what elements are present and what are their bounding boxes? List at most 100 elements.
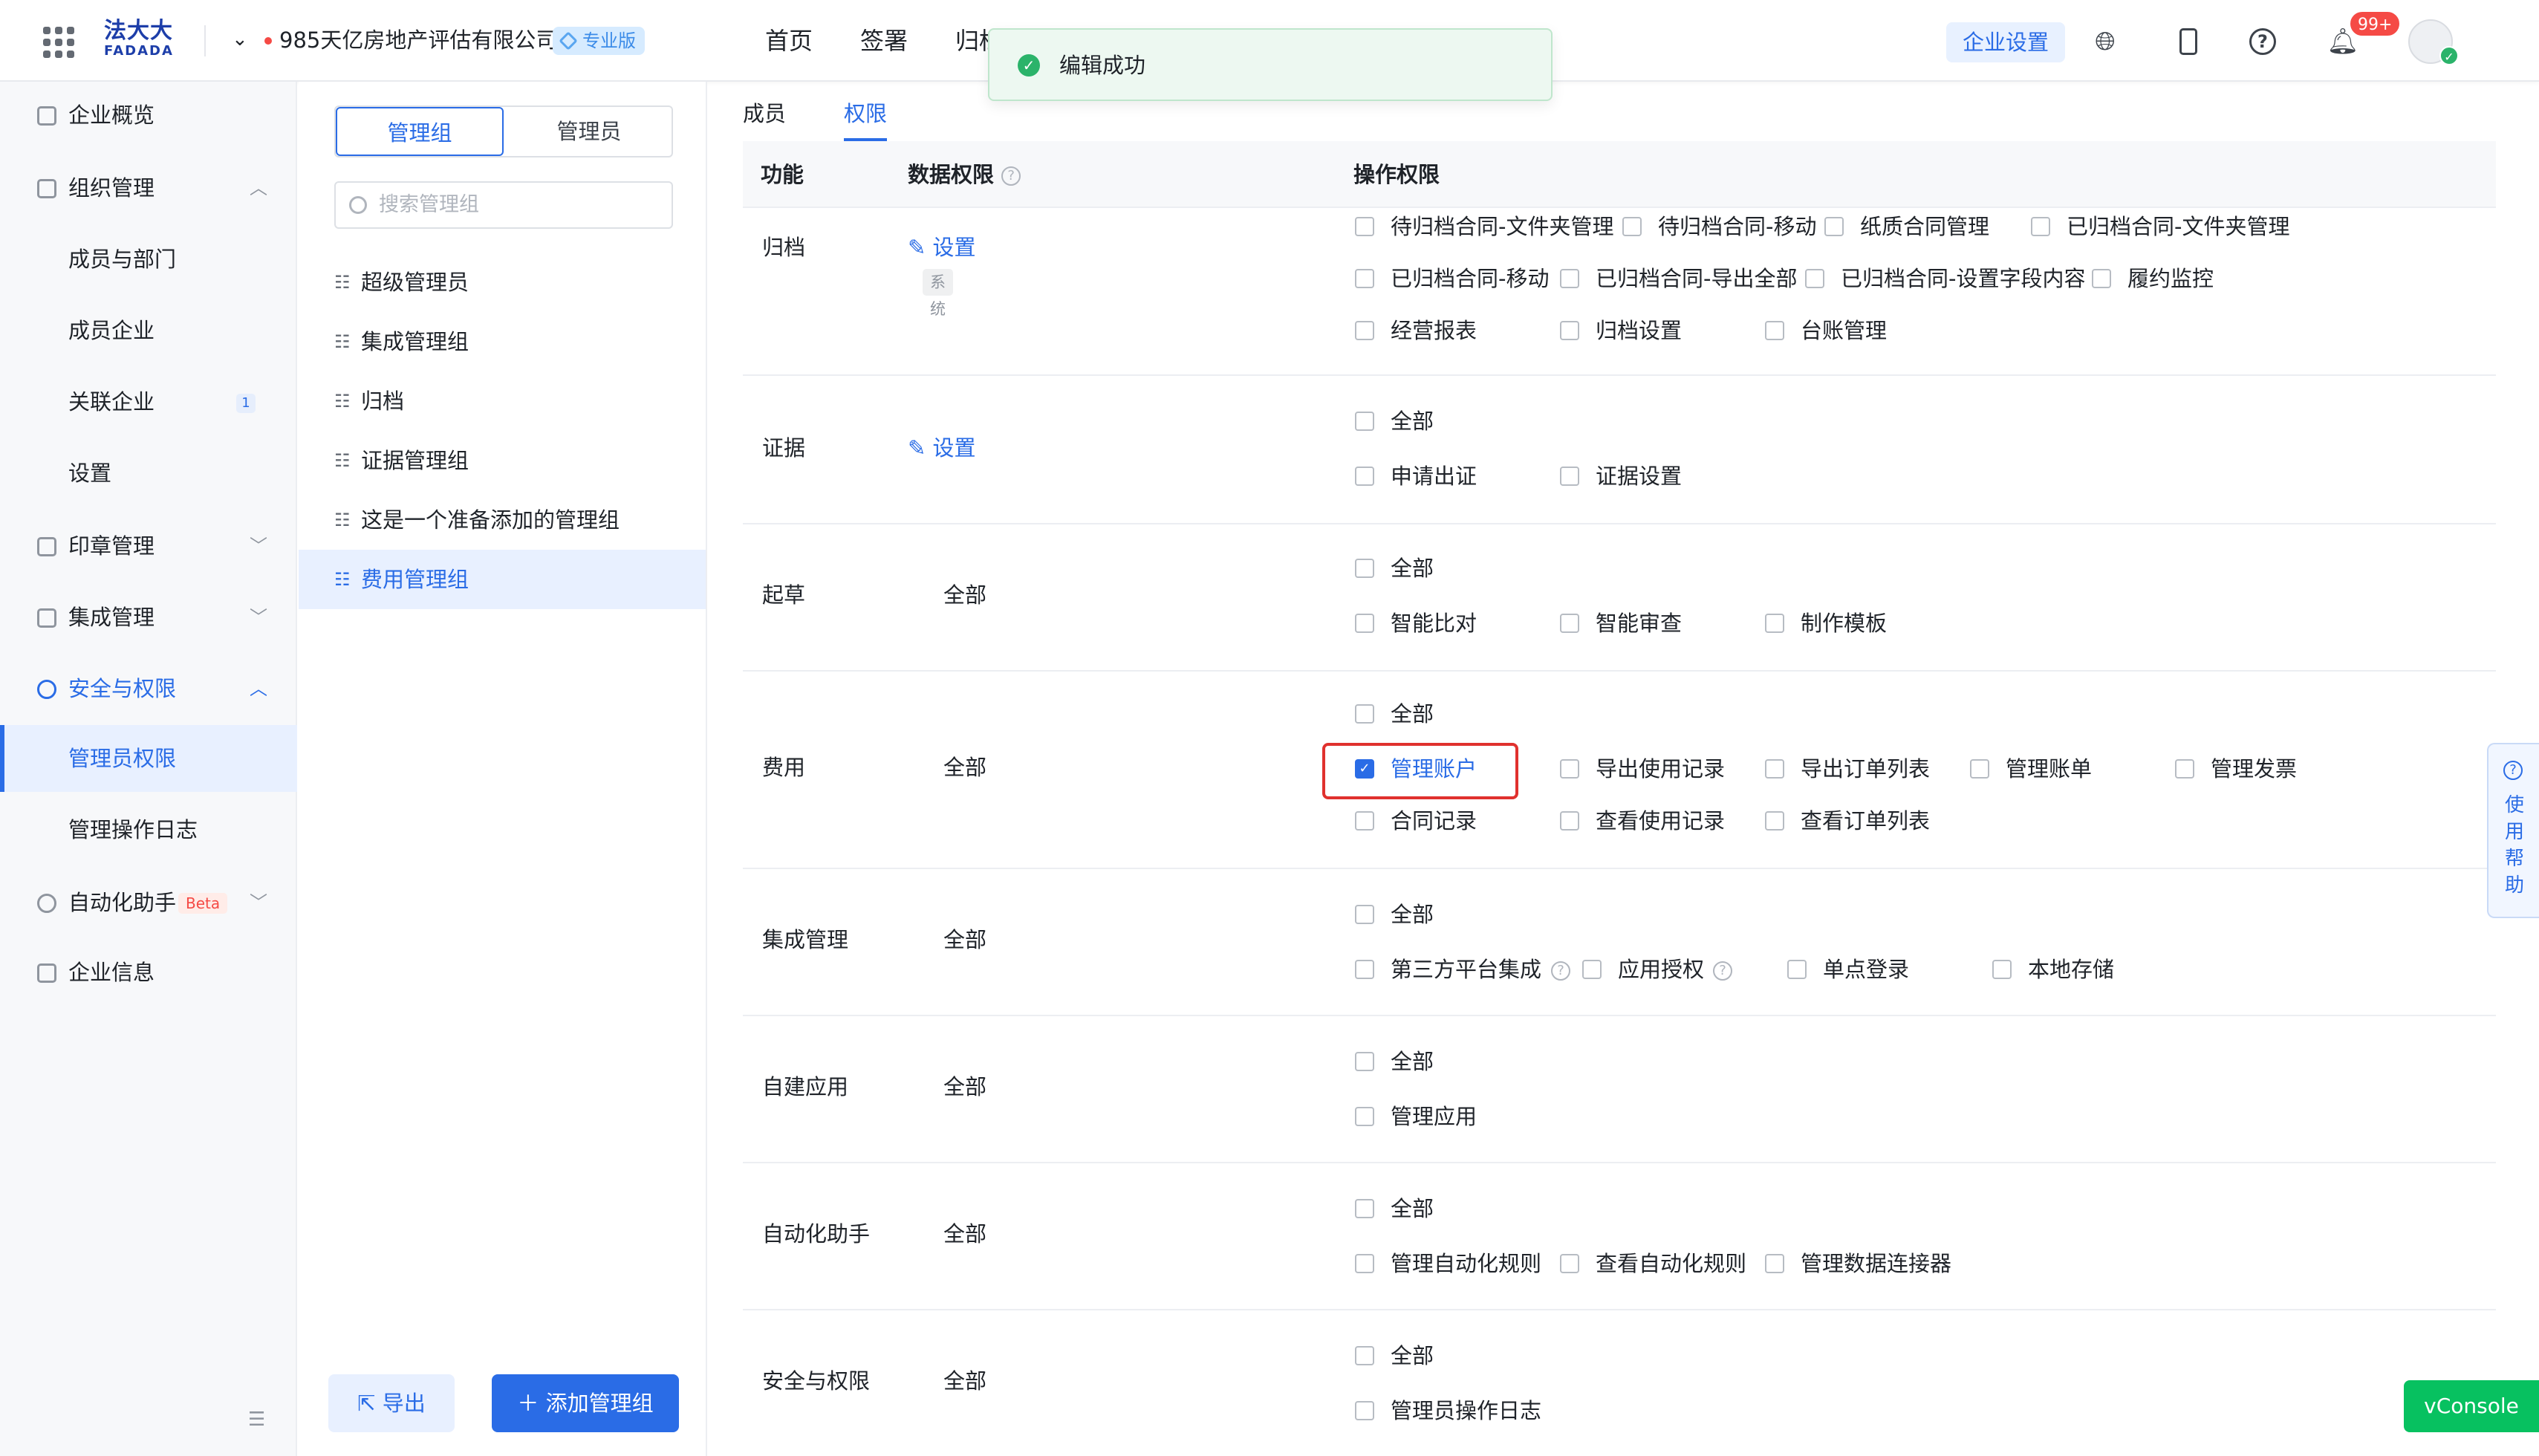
data-permission-setting-link[interactable]: ✎ 设置	[908, 230, 976, 264]
question-icon[interactable]: ?	[1713, 961, 1732, 981]
company-switcher[interactable]: 985天亿房地产评估有限公司	[279, 25, 557, 55]
permission-label: 全部	[1391, 1049, 1434, 1074]
sidebar-item-org-settings[interactable]: 设置	[0, 440, 297, 507]
permission-label: 台账管理	[1801, 318, 1888, 343]
highlight-box	[1322, 743, 1518, 799]
sidebar-item-related-enterprises[interactable]: 关联企业 1	[0, 368, 297, 435]
seal-icon	[37, 537, 56, 556]
sidebar-item-admin-logs[interactable]: 管理操作日志	[0, 796, 297, 863]
mobile-icon[interactable]	[2172, 25, 2205, 58]
export-label: 导出	[382, 1391, 426, 1416]
tab-members[interactable]: 成员	[743, 95, 786, 132]
collapse-sidebar-icon[interactable]: ☰	[248, 1408, 265, 1431]
header-divider	[204, 25, 206, 56]
sidebar-item-label: 集成管理	[68, 605, 155, 630]
tab-permissions[interactable]: 权限	[844, 95, 887, 132]
group-admin-switch: 管理组 管理员	[334, 105, 673, 157]
sidebar-item-admin-permissions[interactable]: 管理员权限	[0, 725, 297, 792]
organization-icon	[37, 179, 56, 198]
permission-label: 履约监控	[2127, 266, 2214, 291]
group-label: 费用管理组	[361, 567, 469, 592]
data-permission-value: 全部	[943, 1221, 987, 1247]
segment-admins[interactable]: 管理员	[505, 107, 672, 156]
app-grid-icon[interactable]	[43, 27, 74, 58]
data-permission-setting-link[interactable]: ✎ 设置	[908, 431, 976, 465]
group-icon: ☷	[334, 391, 351, 412]
question-icon[interactable]: ?	[1001, 166, 1021, 186]
automation-icon	[37, 894, 56, 913]
nav-home[interactable]: 首页	[765, 22, 813, 59]
sidebar-item-member-enterprises[interactable]: 成员企业	[0, 297, 297, 364]
logo[interactable]: 法大大 FADADA	[104, 19, 186, 64]
permission-label: 智能审查	[1596, 611, 1683, 636]
permission-label: 待归档合同-移动	[1658, 214, 1817, 239]
table-row: 归档 ✎ 设置 待归档合同-文件夹管理 待归档合同-移动 纸质合同管理 已归档合…	[743, 209, 2496, 376]
sidebar-item-label: 组织管理	[68, 175, 155, 201]
help-label: 使用帮助	[2505, 794, 2525, 897]
sidebar-item-seals[interactable]: 印章管理 ﹀	[0, 513, 297, 579]
check-circle-icon: ✓	[1018, 54, 1040, 77]
notification-badge: 99+	[2349, 10, 2402, 37]
sidebar-item-label: 企业概览	[68, 103, 155, 128]
data-permission-value: 全部	[943, 927, 987, 952]
export-button[interactable]: ⇱ 导出	[328, 1374, 455, 1432]
table-row: 费用 全部 全部 ✓ 管理账户 导出使用记录 导出订单列表 管理账单 管理发票 合…	[743, 672, 2496, 869]
globe-icon[interactable]: 🌐︎	[2089, 25, 2122, 58]
function-name: 自建应用	[762, 1074, 849, 1099]
group-icon: ☷	[334, 450, 351, 471]
sidebar-item-label: 自动化助手	[68, 890, 177, 915]
permission-label: 管理自动化规则	[1391, 1251, 1542, 1276]
overview-icon	[37, 106, 56, 126]
sidebar-item-members-departments[interactable]: 成员与部门	[0, 226, 297, 293]
group-item-archive[interactable]: ☷ 归档	[299, 371, 706, 431]
logo-subtext: FADADA	[104, 43, 174, 59]
group-item-draft[interactable]: ☷ 这是一个准备添加的管理组	[299, 490, 706, 550]
group-icon: ☷	[334, 331, 351, 352]
enterprise-settings-button[interactable]: 企业设置	[1946, 22, 2065, 62]
permission-label: 第三方平台集成	[1391, 957, 1542, 982]
table-row: 集成管理 全部 全部 第三方平台集成 ? 应用授权 ? 单点登录 本地存储	[743, 869, 2496, 1016]
permission-label: 经营报表	[1391, 318, 1477, 343]
permission-label: 导出订单列表	[1801, 756, 1931, 781]
data-permission-value: 全部	[943, 755, 987, 780]
setting-label: 设置	[932, 435, 976, 461]
segment-groups[interactable]: 管理组	[336, 107, 504, 156]
company-status-dot	[264, 37, 272, 45]
permission-label: 已归档合同-文件夹管理	[2067, 214, 2290, 239]
function-name: 归档	[762, 235, 806, 260]
question-icon[interactable]: ?	[1551, 961, 1570, 981]
permission-label: 申请出证	[1391, 464, 1477, 489]
group-icon: ☷	[334, 510, 351, 530]
vconsole-button[interactable]: vConsole	[2404, 1380, 2539, 1432]
nav-archive[interactable]: 归档	[955, 22, 988, 59]
group-label: 超级管理员	[361, 270, 469, 295]
sidebar-item-integration[interactable]: 集成管理 ﹀	[0, 584, 297, 651]
permission-label: 全部	[1391, 409, 1434, 434]
sidebar-item-security[interactable]: 安全与权限 ︿	[0, 655, 297, 722]
nav-sign[interactable]: 签署	[860, 22, 908, 59]
permission-label: 合同记录	[1391, 808, 1477, 833]
sidebar-item-organization[interactable]: 组织管理 ︿	[0, 155, 297, 221]
permission-label: 全部	[1391, 701, 1434, 727]
column-label: 数据权限	[908, 162, 995, 187]
group-search-input[interactable]: 搜索管理组	[334, 181, 673, 229]
sidebar-item-automation[interactable]: 自动化助手 Beta ﹀	[0, 869, 297, 936]
group-item-integration[interactable]: ☷ 集成管理组	[299, 312, 706, 371]
group-item-super-admin[interactable]: ☷ 超级管理员 系统	[299, 253, 953, 318]
sidebar-item-enterprise-info[interactable]: 企业信息	[0, 939, 297, 1006]
chevron-up-icon: ︿	[250, 678, 267, 699]
column-data-permission: 数据权限 ?	[908, 157, 1021, 192]
chevron-down-icon[interactable]: ⌄	[232, 28, 248, 51]
group-item-evidence[interactable]: ☷ 证据管理组	[299, 431, 706, 490]
sidebar-item-label: 印章管理	[68, 533, 155, 559]
add-group-button[interactable]: ＋ 添加管理组	[492, 1374, 679, 1432]
question-icon: ?	[2503, 761, 2523, 780]
group-item-fees[interactable]: ☷ 费用管理组	[299, 550, 706, 609]
permission-label: 智能比对	[1391, 611, 1477, 636]
sidebar-item-overview[interactable]: 企业概览	[0, 82, 297, 149]
permission-label: 管理员操作日志	[1391, 1398, 1542, 1423]
help-floating-tab[interactable]: ? 使用帮助	[2487, 743, 2539, 918]
logo-text: 法大大	[104, 18, 173, 44]
help-icon[interactable]: ?	[2246, 25, 2279, 58]
data-permission-value: 全部	[943, 582, 987, 608]
